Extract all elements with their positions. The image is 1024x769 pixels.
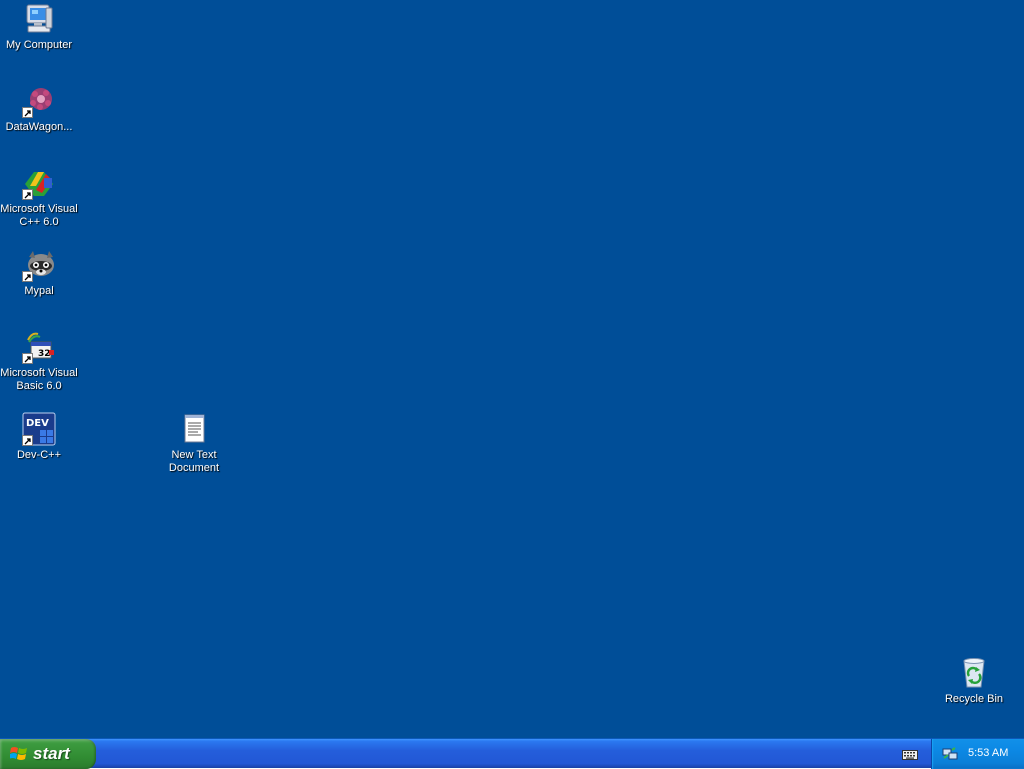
mypal-icon	[22, 248, 56, 282]
desktop-icon-new-text-document[interactable]: New Text Document	[155, 412, 233, 475]
datawagon-icon	[22, 84, 56, 118]
desktop-icon-mypal[interactable]: Mypal	[0, 248, 78, 298]
visual-cpp-icon	[22, 166, 56, 200]
shortcut-arrow-icon	[22, 435, 33, 446]
desktop-icon-label: My Computer	[5, 39, 73, 51]
taskbar: start 5:53 AM	[0, 738, 1024, 769]
desktop-icon-datawagon[interactable]: DataWagon...	[0, 84, 78, 134]
dev-cpp-icon: DEV	[22, 412, 56, 446]
windows-logo-icon	[9, 745, 28, 763]
shortcut-arrow-icon	[22, 271, 33, 282]
desktop-icon-my-computer[interactable]: My Computer	[0, 2, 78, 52]
start-button[interactable]: start	[0, 739, 96, 769]
desktop-icon-label: Microsoft Visual C++ 6.0	[0, 203, 78, 228]
recycle-bin-icon	[957, 656, 991, 690]
desktop-icon-visual-cpp[interactable]: Microsoft Visual C++ 6.0	[0, 166, 78, 229]
shortcut-arrow-icon	[22, 353, 33, 364]
svg-text:32: 32	[38, 349, 51, 359]
my-computer-icon	[22, 2, 56, 36]
clock[interactable]: 5:53 AM	[968, 747, 1008, 759]
svg-text:DEV: DEV	[26, 418, 49, 429]
desktop-icon-label: Mypal	[24, 285, 54, 297]
text-document-icon	[177, 412, 211, 446]
shortcut-arrow-icon	[22, 107, 33, 118]
desktop-icon-visual-basic[interactable]: 32 Microsoft Visual Basic 6.0	[0, 330, 78, 393]
visual-basic-icon: 32	[22, 330, 56, 364]
system-tray: 5:53 AM	[931, 739, 1024, 769]
desktop-icon-label: New Text Document	[168, 449, 220, 474]
desktop-icon-label: Microsoft Visual Basic 6.0	[0, 367, 78, 392]
shortcut-arrow-icon	[22, 189, 33, 200]
start-label: start	[33, 744, 70, 763]
desktop-icon-dev-cpp[interactable]: DEV Dev-C++	[0, 412, 78, 462]
desktop-icon-label: DataWagon...	[5, 121, 73, 133]
desktop-icon-label: Dev-C++	[16, 449, 62, 461]
desktop-icon-recycle-bin[interactable]: Recycle Bin	[935, 656, 1013, 706]
desktop-icon-label: Recycle Bin	[944, 693, 1004, 705]
keyboard-icon[interactable]	[902, 747, 918, 761]
network-icon[interactable]	[942, 746, 958, 762]
desktop[interactable]: My Computer DataWagon... Microsoft Visua…	[0, 0, 1024, 738]
